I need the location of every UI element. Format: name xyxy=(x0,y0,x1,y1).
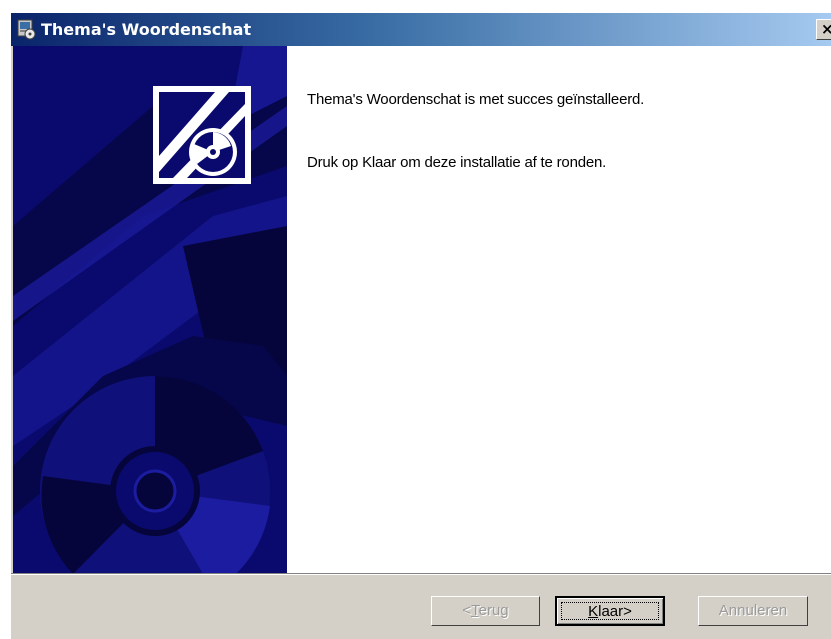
cancel-button[interactable]: Annuleren xyxy=(698,596,808,626)
button-separator xyxy=(11,573,831,575)
close-icon: × xyxy=(821,20,831,38)
installer-icon xyxy=(17,19,36,40)
title-bar[interactable]: Thema's Woordenschat × xyxy=(11,13,831,46)
content-panel: Thema's Woordenschat is met succes geïns… xyxy=(287,46,831,573)
finish-button-hotkey: K xyxy=(588,603,599,620)
cd-disc-graphic xyxy=(13,46,287,573)
back-button-hotkey: T xyxy=(471,602,479,619)
finish-button-label: laar> xyxy=(598,603,632,620)
close-button[interactable]: × xyxy=(816,19,831,40)
window-title: Thema's Woordenschat xyxy=(41,20,252,39)
focus-rect: Klaar> xyxy=(561,602,659,620)
banner-panel xyxy=(13,46,287,573)
finish-button[interactable]: Klaar> xyxy=(555,596,665,626)
setup-logo-icon xyxy=(153,86,251,184)
success-message: Thema's Woordenschat is met succes geïns… xyxy=(307,91,645,108)
back-button[interactable]: <Terug xyxy=(431,596,540,626)
cancel-button-label: Annuleren xyxy=(718,602,788,619)
installer-dialog: Thema's Woordenschat × xyxy=(10,12,831,639)
back-button-label: erug xyxy=(478,602,509,619)
finish-instruction: Druk op Klaar om deze installatie af te … xyxy=(307,154,607,171)
back-button-prefix: < xyxy=(462,602,472,619)
